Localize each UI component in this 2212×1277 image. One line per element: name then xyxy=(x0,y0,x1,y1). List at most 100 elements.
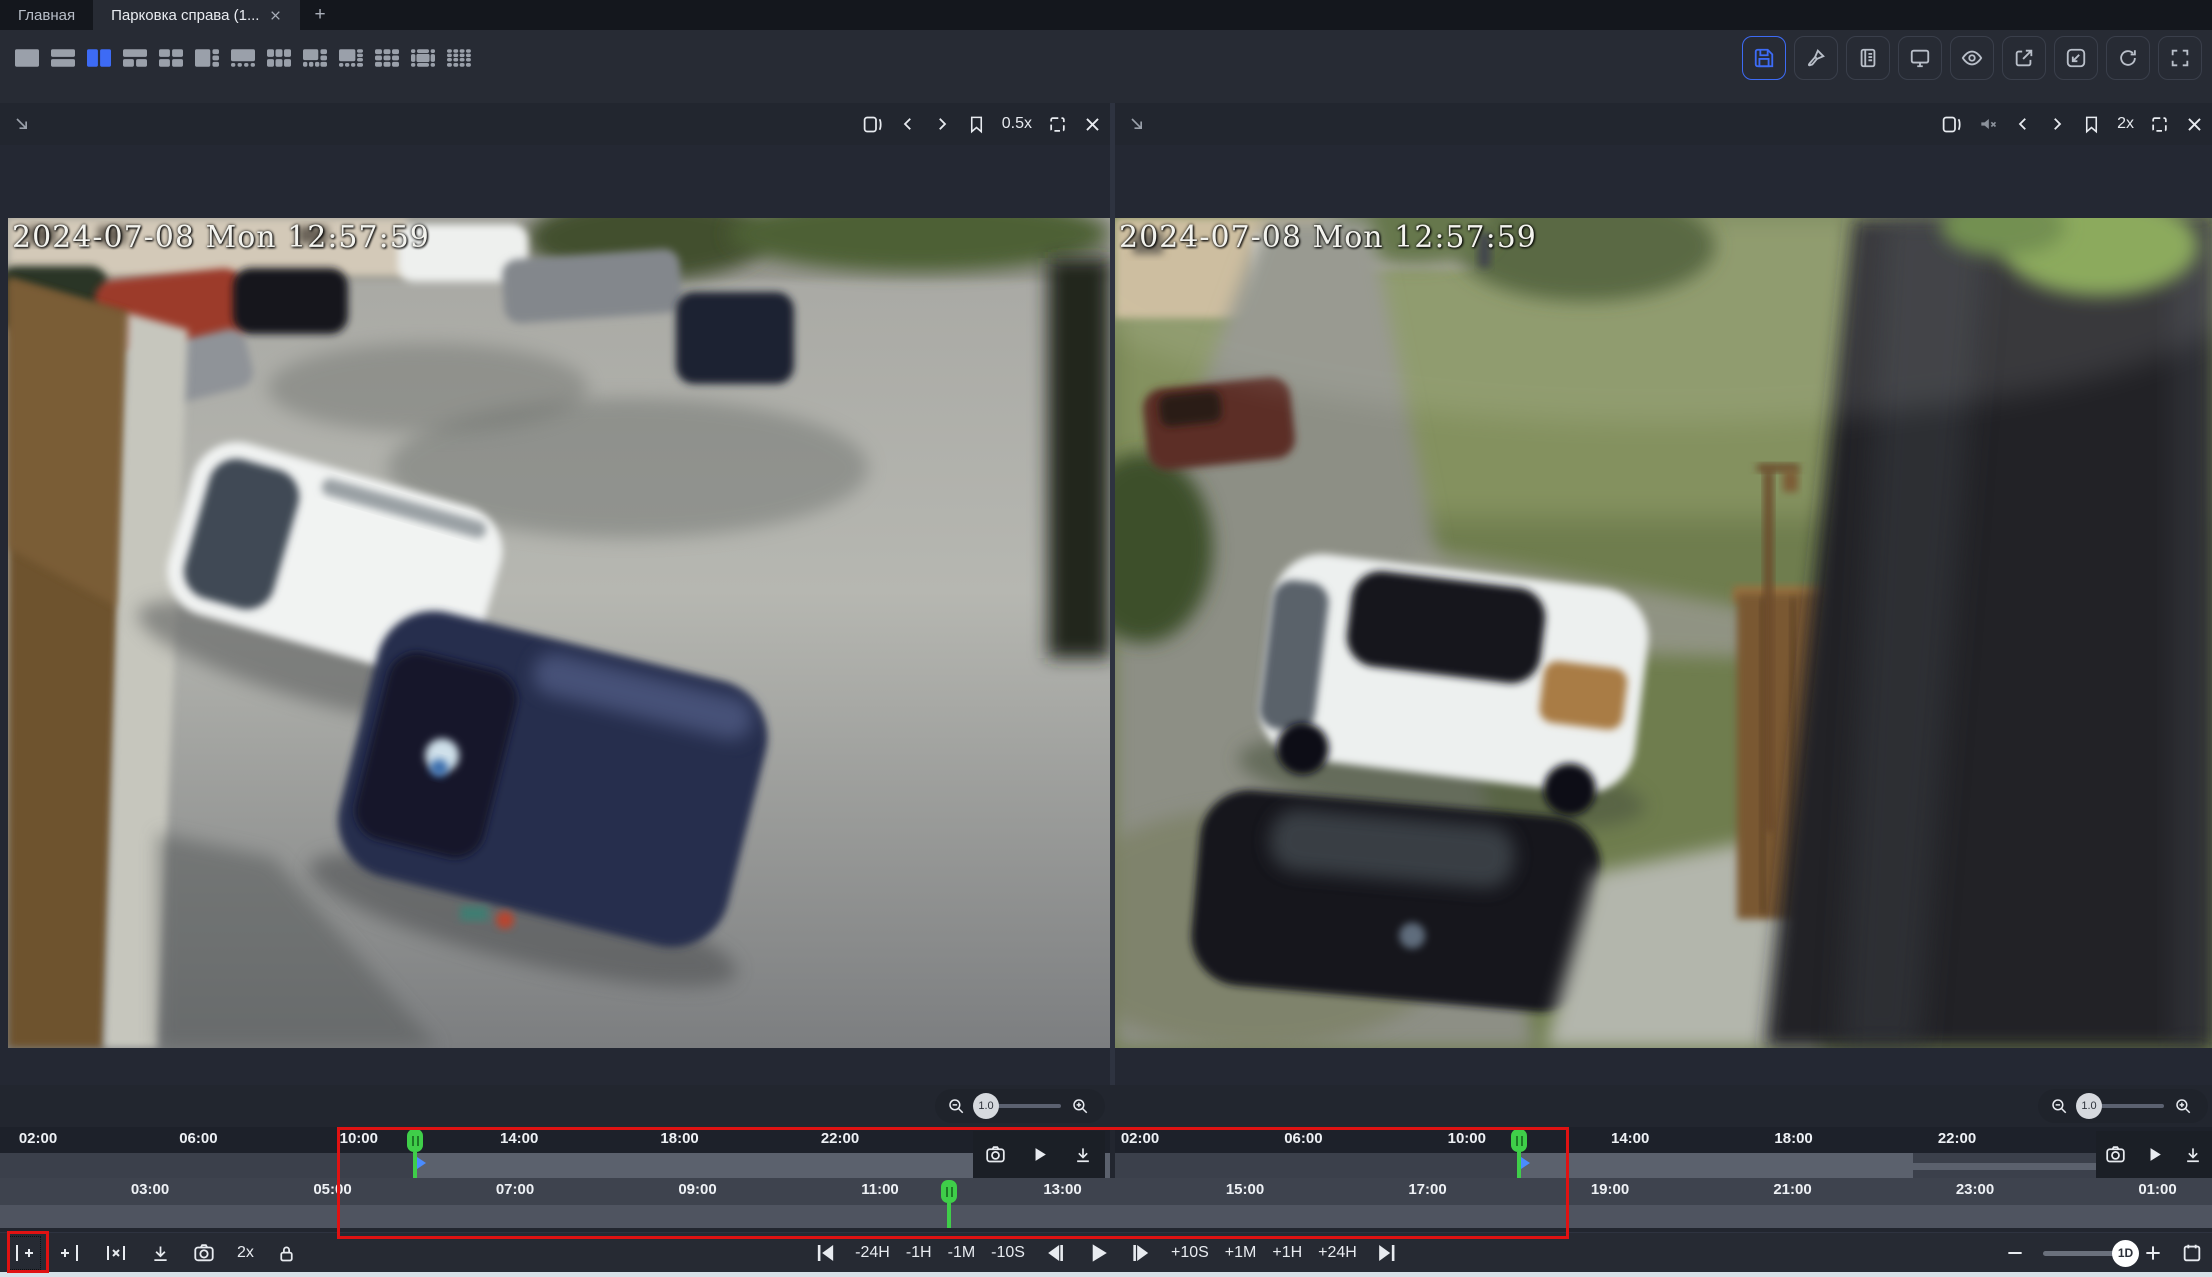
jump-minus-1h-button[interactable]: -1H xyxy=(906,1244,932,1262)
layout-2-cols-button[interactable] xyxy=(86,48,112,68)
layout-center-plus-8-button[interactable] xyxy=(410,48,436,68)
camera-scene-left xyxy=(8,218,1110,1048)
speed-label[interactable]: 0.5x xyxy=(1002,115,1032,133)
jump-back-buttons: -24H -1H -1M -10S xyxy=(855,1244,1025,1262)
jump-minus-10s-button[interactable]: -10S xyxy=(991,1244,1025,1262)
play-button[interactable] xyxy=(1085,1240,1111,1266)
pane-fullscreen-icon[interactable] xyxy=(1048,115,1067,134)
timeline-track-right-camera[interactable] xyxy=(1115,1153,2212,1178)
snapshot-icon[interactable] xyxy=(2105,1144,2126,1165)
layout-1-plus-3-right-button[interactable] xyxy=(194,48,220,68)
camera-video-right[interactable]: 2024-07-08 Mon 12:57:59 xyxy=(1115,218,2212,1048)
tab-home[interactable]: Главная xyxy=(0,0,93,30)
next-icon[interactable] xyxy=(933,115,951,133)
skip-to-start-button[interactable] xyxy=(813,1241,837,1265)
mark-in-button[interactable] xyxy=(12,1241,36,1265)
download-icon[interactable] xyxy=(2183,1145,2203,1165)
layout-1-plus-7-button[interactable] xyxy=(338,48,364,68)
refresh-button[interactable] xyxy=(2106,36,2150,80)
new-tab-button[interactable]: + xyxy=(300,0,339,30)
zoom-slider-handle[interactable]: 1.0 xyxy=(973,1093,999,1119)
layout-4x4-button[interactable] xyxy=(446,48,472,68)
bookmark-icon[interactable] xyxy=(967,115,986,134)
calendar-icon[interactable] xyxy=(2181,1242,2203,1264)
download-icon[interactable] xyxy=(1073,1145,1093,1165)
close-pane-icon[interactable] xyxy=(1083,115,1102,134)
popout-arrow-icon[interactable] xyxy=(12,114,32,134)
pane-left-toolbar: 0.5x xyxy=(862,103,1102,145)
layout-3x2-button[interactable] xyxy=(266,48,292,68)
timeline-track-global[interactable] xyxy=(0,1205,2212,1228)
mark-out-button[interactable] xyxy=(58,1241,82,1265)
zoom-slider[interactable]: 1.0 xyxy=(2078,1104,2164,1108)
pane-fullscreen-icon[interactable] xyxy=(2150,115,2169,134)
step-forward-button[interactable] xyxy=(1129,1241,1153,1265)
timeline-hours-global[interactable]: 03:0005:0007:0009:0011:0013:0015:0017:00… xyxy=(0,1178,2212,1205)
export-button[interactable] xyxy=(2002,36,2046,80)
layout-1-plus-5-button[interactable] xyxy=(302,48,328,68)
range-slider[interactable]: 1D xyxy=(2043,1251,2125,1256)
popout-arrow-icon[interactable] xyxy=(1127,114,1147,134)
zoom-out-icon[interactable] xyxy=(947,1097,965,1115)
layout-3x3-button[interactable] xyxy=(374,48,400,68)
close-pane-icon[interactable] xyxy=(2185,115,2204,134)
tab-parking-right[interactable]: Парковка справа (1... xyxy=(93,0,300,30)
timeline-hour-label: 17:00 xyxy=(1408,1181,1446,1198)
timeline-hour-label: 19:00 xyxy=(1591,1181,1629,1198)
zoom-in-icon[interactable] xyxy=(1071,1097,1089,1115)
download-button[interactable] xyxy=(150,1243,171,1264)
zoom-out-icon[interactable] xyxy=(2050,1097,2068,1115)
eye-icon xyxy=(1961,47,1983,69)
zoom-slider-handle[interactable]: 1.0 xyxy=(2076,1093,2102,1119)
range-slider-handle[interactable]: 1D xyxy=(2112,1240,2139,1267)
prev-icon[interactable] xyxy=(2014,115,2032,133)
next-icon[interactable] xyxy=(2048,115,2066,133)
step-back-button[interactable] xyxy=(1043,1241,1067,1265)
jump-minus-1m-button[interactable]: -1M xyxy=(948,1244,976,1262)
global-speed-label[interactable]: 2x xyxy=(237,1244,254,1262)
pane-left-header: 0.5x xyxy=(0,103,1110,145)
close-tab-icon[interactable] xyxy=(269,9,282,22)
frame-mode-icon[interactable] xyxy=(862,114,883,135)
monitor-button[interactable] xyxy=(1898,36,1942,80)
jump-plusminus-24h-button[interactable]: +24H xyxy=(1318,1244,1357,1262)
layout-1x1-button[interactable] xyxy=(14,48,40,68)
jump-plusminus-1m-button[interactable]: +1M xyxy=(1225,1244,1257,1262)
timeline-track-left-camera[interactable] xyxy=(0,1153,1110,1178)
fullscreen-button[interactable] xyxy=(2158,36,2202,80)
view-button[interactable] xyxy=(1950,36,1994,80)
jump-minus-24h-button[interactable]: -24H xyxy=(855,1244,890,1262)
play-icon[interactable] xyxy=(2145,1145,2164,1164)
audio-muted-icon[interactable] xyxy=(1978,114,1998,134)
jump-plusminus-10s-button[interactable]: +10S xyxy=(1171,1244,1209,1262)
layout-2-rows-button[interactable] xyxy=(50,48,76,68)
timeline-hour-label: 02:00 xyxy=(19,1130,57,1147)
lock-icon[interactable] xyxy=(276,1243,297,1264)
skip-to-end-button[interactable] xyxy=(1375,1241,1399,1265)
prev-icon[interactable] xyxy=(899,115,917,133)
save-layout-button[interactable] xyxy=(1742,36,1786,80)
timeline-hours-left-camera[interactable]: 02:0006:0010:0014:0018:0022:00 xyxy=(0,1127,1110,1153)
layout-2x2-button[interactable] xyxy=(158,48,184,68)
speed-label[interactable]: 2x xyxy=(2117,115,2134,133)
journal-button[interactable] xyxy=(1846,36,1890,80)
layout-1-plus-4-bottom-button[interactable] xyxy=(230,48,256,68)
camera-video-left[interactable]: 2024-07-08 Mon 12:57:59 xyxy=(8,218,1110,1048)
recorded-range-thin xyxy=(1913,1163,2096,1170)
bookmark-icon[interactable] xyxy=(2082,115,2101,134)
zoom-slider[interactable]: 1.0 xyxy=(975,1104,1061,1108)
scale-button[interactable] xyxy=(2054,36,2098,80)
monitor-icon xyxy=(1909,47,1931,69)
timeline-hours-right-camera[interactable]: 02:0006:0010:0014:0018:0022:00 xyxy=(1115,1127,2212,1153)
snapshot-icon[interactable] xyxy=(985,1144,1006,1165)
clear-range-button[interactable] xyxy=(104,1241,128,1265)
jump-plusminus-1h-button[interactable]: +1H xyxy=(1272,1244,1302,1262)
play-icon[interactable] xyxy=(1030,1145,1049,1164)
cleanup-button[interactable] xyxy=(1794,36,1838,80)
snapshot-button[interactable] xyxy=(193,1242,215,1264)
range-plus-button[interactable] xyxy=(2143,1243,2163,1263)
frame-mode-icon[interactable] xyxy=(1941,114,1962,135)
layout-1-plus-2-button[interactable] xyxy=(122,48,148,68)
range-minus-button[interactable] xyxy=(2005,1243,2025,1263)
zoom-in-icon[interactable] xyxy=(2174,1097,2192,1115)
